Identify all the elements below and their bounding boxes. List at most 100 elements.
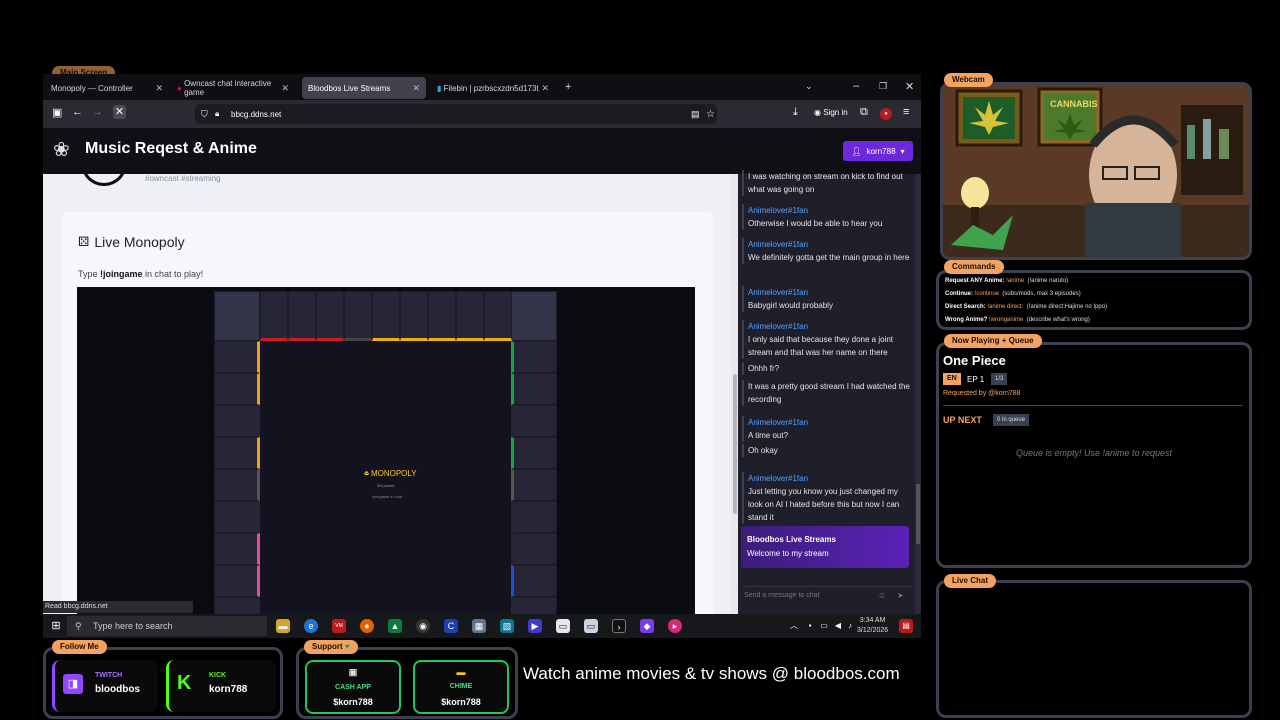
chat-username[interactable]: Animelover#1fan <box>748 416 914 429</box>
chat-username[interactable]: Animelover#1fan <box>748 472 914 485</box>
forward-icon[interactable]: → <box>92 106 103 118</box>
terminal-icon[interactable]: › <box>612 619 626 633</box>
chat-username[interactable]: Animelover#1fan <box>748 320 914 333</box>
list-tabs-icon[interactable]: ⌄ <box>805 81 813 92</box>
sign-in-button[interactable]: ◉ Sign in <box>814 108 848 117</box>
sign-in-label: Sign in <box>823 108 848 117</box>
chat-message: Animelover#1fan A time out? <box>742 416 914 442</box>
close-tab-icon[interactable]: ✕ <box>412 83 420 94</box>
chat-scrollbar-thumb[interactable] <box>916 484 920 544</box>
tab-bloodbos-live[interactable]: Bloodbos Live Streams ✕ <box>302 77 426 99</box>
board-cell <box>316 291 344 341</box>
voicemeeter-icon[interactable]: VM <box>332 619 346 633</box>
tab-bar: Monopoly — Controller ✕ ● Owncast chat in… <box>43 74 921 100</box>
chat-input[interactable]: Send a message to chat ☺ ➤ <box>742 586 912 604</box>
extensions-icon[interactable]: ⧉ <box>860 106 868 119</box>
new-tab-icon[interactable]: + <box>565 81 571 93</box>
download-icon[interactable]: ⤓ <box>793 106 798 119</box>
app-icon[interactable]: ▲ <box>388 619 402 633</box>
twitch-label: TWITCH <box>95 672 123 679</box>
edge-icon[interactable]: e <box>304 619 318 633</box>
command-key: Direct Search: <box>945 304 986 310</box>
instruction-prefix: Type <box>78 269 101 279</box>
bookmark-star-icon[interactable]: ☆ <box>706 109 715 120</box>
chat-username[interactable]: Animelover#1fan <box>748 204 914 217</box>
obs-icon[interactable]: ◉ <box>416 619 430 633</box>
browser-app-icon[interactable]: C <box>444 619 458 633</box>
windows-start-icon[interactable]: ⊞ <box>49 619 63 633</box>
speaker-icon[interactable]: ♪ <box>843 619 857 633</box>
app-icon-4[interactable]: ▸ <box>668 619 682 633</box>
poster-text: CANNABIS <box>1050 99 1098 109</box>
notes-icon[interactable]: ▦ <box>472 619 486 633</box>
maximize-icon[interactable]: ❐ <box>879 81 887 92</box>
close-window-icon[interactable]: ✕ <box>905 80 914 93</box>
board-cell <box>288 291 316 341</box>
welcome-banner: Bloodbos Live Streams Welcome to my strea… <box>741 526 909 568</box>
tab-owncast-game[interactable]: ● Owncast chat interactive game ✕ <box>171 77 295 99</box>
taskbar-search[interactable]: ⚲ Type here to search <box>67 616 267 636</box>
kick-card[interactable]: K KICK korn788 <box>166 660 276 712</box>
tray-app-icon[interactable]: ▪ <box>803 619 817 633</box>
send-icon[interactable]: ➤ <box>897 591 904 600</box>
scrollbar-thumb[interactable] <box>733 374 737 514</box>
command-desc: (!anime naruto) <box>1027 278 1069 284</box>
back-icon[interactable]: ← <box>72 106 83 118</box>
chat-username[interactable]: Animelover#1fan <box>748 286 914 299</box>
close-tab-icon[interactable]: ✕ <box>155 83 163 94</box>
minimize-icon[interactable]: – <box>853 80 859 92</box>
join-hint: !joingame in chat <box>372 494 403 499</box>
command-key: Wrong Anime? <box>945 317 988 323</box>
monopoly-title: ⚄ Live Monopoly <box>78 234 185 250</box>
emoji-icon[interactable]: ☺ <box>878 591 886 600</box>
chat-message: Animelover#1fan Otherwise I would be able… <box>742 204 914 230</box>
reader-icon[interactable]: ▤ <box>691 109 700 120</box>
sidebar-icon[interactable]: ▣ <box>52 106 62 119</box>
tab-filebin[interactable]: ▮ Filebin | pzrbscxzdn5d173t ✕ <box>431 77 555 99</box>
close-tab-icon[interactable]: ✕ <box>281 83 289 94</box>
close-tab-icon[interactable]: ✕ <box>541 83 549 94</box>
account-icon: ◉ <box>814 108 824 117</box>
file-explorer-icon[interactable]: ▬ <box>276 619 290 633</box>
user-icon: 👤︎ <box>851 146 862 156</box>
screen: { "main_screen_label": "Main Screen", "b… <box>0 0 1280 720</box>
app-icon-3[interactable]: ◆ <box>640 619 654 633</box>
twitch-icon: ◨ <box>63 674 83 694</box>
taskbar-clock[interactable]: 3:34 AM 3/12/2026 <box>857 616 888 636</box>
firefox-icon[interactable]: ● <box>360 619 374 633</box>
cashapp-card[interactable]: ▣ CASH APP $korn788 <box>305 660 401 714</box>
twitch-card[interactable]: ◨ TWITCH bloodbos <box>52 660 158 712</box>
site-title[interactable]: Music Reqest & Anime <box>85 140 257 158</box>
tray-chevron-icon[interactable]: ︿ <box>787 619 801 633</box>
url-bar[interactable]: ⛉ 🔒︎ bbcg.ddns.net ▤ ☆ <box>195 104 717 124</box>
chat-username[interactable]: Animelover#1fan <box>748 238 914 251</box>
app-icon-2[interactable]: ▧ <box>500 619 514 633</box>
window-icon[interactable]: ▭ <box>556 619 570 633</box>
chat-text: Just letting you know you just changed m… <box>748 487 900 522</box>
chat-message: Animelover#1fan Babygirl would probably <box>742 286 914 312</box>
shield-icon: ⛉ <box>201 108 208 119</box>
browser-window: Monopoly — Controller ✕ ● Owncast chat in… <box>43 74 921 614</box>
window-icon-2[interactable]: ▭ <box>584 619 598 633</box>
board-cell <box>214 469 260 501</box>
menu-icon[interactable]: ≡ <box>903 106 909 118</box>
board-corner-cell <box>214 291 260 341</box>
stop-loading-icon[interactable]: ✕ <box>113 105 126 119</box>
board-cell <box>214 373 260 405</box>
joined-count: 0/6 joined <box>377 483 395 488</box>
media-icon[interactable]: ▶ <box>528 619 542 633</box>
ublock-icon[interactable]: ● <box>880 108 892 120</box>
site-logo-icon[interactable]: ❀ <box>53 138 75 162</box>
board-cell <box>214 565 260 597</box>
chat-text: Babygirl would probably <box>748 301 833 310</box>
chat-scrollbar[interactable] <box>915 174 921 614</box>
monopoly-game-canvas[interactable]: 🎩︎ MONOPOLY 0/6 joined !joingame in chat <box>77 287 695 614</box>
notification-icon[interactable]: ▤ <box>899 619 913 633</box>
chime-label: CHIME <box>449 683 473 690</box>
stream-avatar <box>81 174 127 186</box>
chime-card[interactable]: ▬ CHIME $korn788 <box>413 660 509 714</box>
user-menu-button[interactable]: 👤︎ korn788 ▾ <box>843 141 913 161</box>
network-icon[interactable]: ▭ <box>817 619 831 633</box>
tab-monopoly-controller[interactable]: Monopoly — Controller ✕ <box>45 77 169 99</box>
board-cell <box>511 341 557 373</box>
